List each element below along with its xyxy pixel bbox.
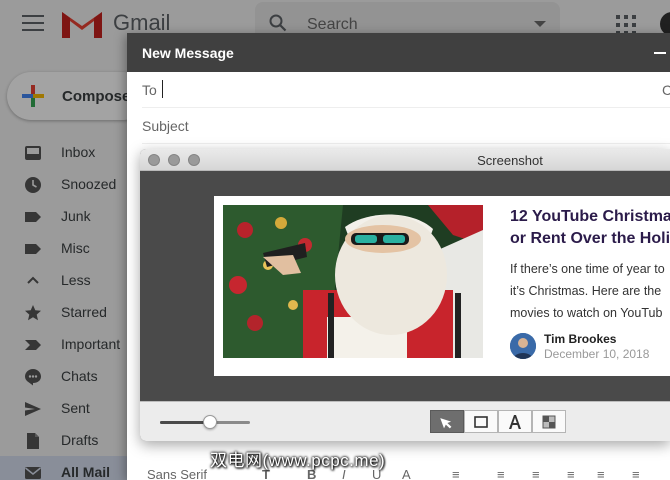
article-title-line: 12 YouTube Christmas [510, 208, 670, 225]
numbered-list-icon[interactable]: ≡ [497, 467, 505, 480]
subject-input[interactable]: Subject [142, 118, 189, 134]
compose-label: Compose [62, 88, 131, 105]
text-tool-icon [509, 414, 521, 429]
text-cursor [162, 80, 163, 98]
sidebar-item-less[interactable]: Less [0, 264, 140, 296]
sidebar-item-label: Chats [61, 368, 98, 384]
sidebar-item-label: Less [61, 272, 91, 288]
compose-button[interactable]: Compose [7, 72, 147, 120]
align-icon[interactable]: ≡ [452, 467, 460, 480]
search-icon[interactable] [269, 14, 287, 32]
sidebar-item-label: Inbox [61, 144, 96, 160]
annotation-tools [430, 410, 566, 433]
sidebar-item-snoozed[interactable]: Snoozed [0, 168, 140, 200]
sidebar-item-label: Starred [61, 304, 107, 320]
sidebar-item-important[interactable]: Important [0, 328, 140, 360]
indent-less-icon[interactable]: ≡ [567, 467, 575, 480]
new-message-title: New Message [142, 45, 234, 61]
minimize-icon[interactable] [654, 52, 666, 54]
screenshot-titlebar[interactable]: Screenshot [140, 149, 670, 171]
pointer-tool-button[interactable] [430, 410, 464, 433]
indent-more-icon[interactable]: ≡ [597, 467, 605, 480]
send-icon [25, 402, 41, 416]
bulleted-list-icon[interactable]: ≡ [532, 467, 540, 480]
important-icon [25, 340, 41, 350]
gmail-logo-icon [62, 12, 102, 38]
article-date: December 10, 2018 [544, 347, 650, 361]
to-label: To [142, 82, 157, 98]
chat-icon [25, 369, 41, 386]
sidebar-item-label: Misc [61, 240, 90, 256]
plus-icon [22, 85, 44, 107]
article-title[interactable]: 12 YouTube Christmas or Rent Over the Ho… [510, 206, 670, 250]
mask-tool-button[interactable] [532, 410, 566, 433]
article-excerpt-line: movies to watch on YouTub [510, 306, 663, 320]
search-options-caret-icon[interactable] [534, 21, 546, 27]
search-input[interactable]: Search [307, 16, 358, 34]
watermark: 双电网(www.pcpc.me) [210, 451, 386, 470]
menu-icon[interactable] [22, 15, 44, 33]
sidebar-item-label: Sent [61, 400, 90, 416]
article-excerpt: If there’s one time of year to it’s Chri… [510, 258, 670, 324]
text-tool-button[interactable] [498, 410, 532, 433]
sidebar-item-inbox[interactable]: Inbox [0, 136, 140, 168]
sidebar-item-drafts[interactable]: Drafts [0, 424, 140, 456]
sidebar-item-starred[interactable]: Starred [0, 296, 140, 328]
author-name[interactable]: Tim Brookes [544, 332, 616, 346]
text-color-icon[interactable]: A [402, 467, 411, 480]
star-icon [25, 305, 41, 321]
sidebar-item-label: Drafts [61, 432, 99, 448]
subject-field[interactable]: Subject [142, 108, 670, 144]
sidebar-item-label: All Mail [61, 464, 111, 480]
font-select[interactable]: Sans Serif [147, 467, 207, 480]
sidebar-item-misc[interactable]: Misc [0, 232, 140, 264]
mail-icon [25, 467, 41, 479]
chevron-up-icon [27, 276, 39, 284]
screenshot-window: Screenshot 12 YouTube Christmas or Rent … [140, 149, 670, 441]
article-thumbnail [223, 205, 483, 358]
quote-icon[interactable]: ≡ [632, 467, 640, 480]
apps-grid-icon[interactable] [616, 15, 636, 35]
article-excerpt-line: it’s Christmas. Here are the [510, 284, 662, 298]
article-title-line: or Rent Over the Holi [510, 230, 670, 247]
sidebar-item-sent[interactable]: Sent [0, 392, 140, 424]
sidebar-item-chats[interactable]: Chats [0, 360, 140, 392]
label-icon [25, 244, 41, 254]
rectangle-tool-button[interactable] [464, 410, 498, 433]
draft-icon [27, 433, 39, 449]
sidebar-item-all-mail[interactable]: All Mail [0, 456, 140, 480]
cc-link[interactable]: C [662, 82, 670, 98]
screenshot-toolbar [140, 401, 670, 441]
inbox-icon [25, 146, 41, 160]
sidebar-item-label: Junk [61, 208, 91, 224]
pointer-tool-icon [440, 417, 452, 428]
sidebar-item-junk[interactable]: Junk [0, 200, 140, 232]
new-message-titlebar[interactable]: New Message [127, 33, 670, 72]
rectangle-tool-icon [474, 415, 488, 428]
to-field[interactable]: To C [142, 72, 670, 108]
sidebar-item-label: Important [61, 336, 121, 352]
article-excerpt-line: If there’s one time of year to [510, 262, 665, 276]
screenshot-title: Screenshot [477, 153, 543, 168]
clock-icon [25, 177, 41, 193]
sidebar-nav: Inbox Snoozed Junk Misc Less Starred Imp… [0, 136, 140, 480]
mask-tool-icon [542, 415, 556, 428]
zoom-slider-handle[interactable] [202, 415, 217, 429]
screenshot-preview: 12 YouTube Christmas or Rent Over the Ho… [214, 196, 670, 376]
author-avatar [510, 333, 536, 359]
sidebar-item-label: Snoozed [61, 176, 117, 192]
label-icon [25, 212, 41, 222]
